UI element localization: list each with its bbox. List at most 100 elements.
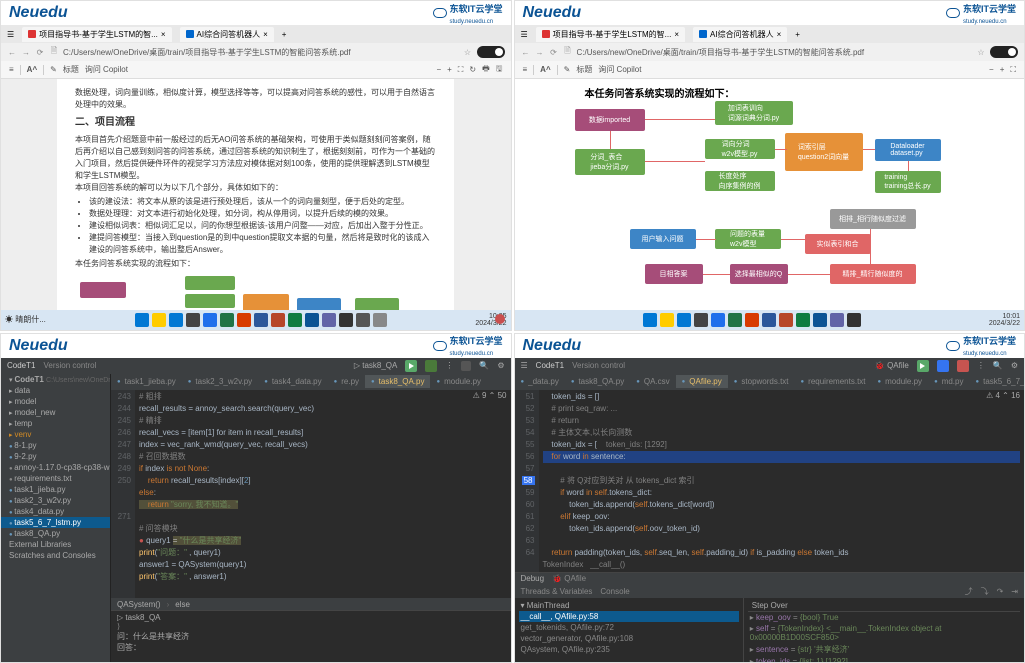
stack-frame[interactable]: __call__, QAfile.py:58 [519, 611, 739, 622]
back-button[interactable]: ← [7, 48, 17, 57]
run-console[interactable]: ▷ task8_QA ⟩ 问：什么是共享经济 回答： [111, 610, 511, 662]
editor-tab[interactable]: task8_QA.py [565, 375, 630, 388]
close-icon[interactable]: × [161, 30, 166, 39]
zoom-label[interactable]: 标题 [63, 64, 79, 75]
tree-file[interactable]: task2_3_w2v.py [1, 495, 110, 506]
weather-widget[interactable]: ☀ 晴朗什... [5, 314, 46, 325]
zoom-label[interactable]: 标题 [576, 64, 592, 75]
breadcrumb[interactable]: QASystem() [117, 600, 161, 609]
run-config[interactable]: 🐞 QAfile [875, 361, 909, 370]
recording-pill[interactable] [990, 46, 1018, 58]
editor-tab[interactable]: requirements.txt [795, 375, 872, 388]
search-icon[interactable]: 🔍 [993, 361, 1003, 370]
back-button[interactable]: ← [521, 48, 531, 57]
stop-button[interactable] [957, 360, 969, 372]
tree-file[interactable]: task4_data.py [1, 506, 110, 517]
new-tab-button[interactable]: + [282, 30, 287, 39]
thread-name[interactable]: ▾ MainThread [519, 600, 739, 611]
step-icon[interactable]: ⇥ [1011, 587, 1018, 596]
taskbar-icon[interactable] [169, 313, 183, 327]
star-icon[interactable]: ☆ [463, 48, 473, 57]
close-icon[interactable]: × [674, 30, 679, 39]
code-editor[interactable]: ⚠ 4 ⌃ 16 5152535455565758596061626364 to… [515, 390, 1025, 572]
refresh-button[interactable]: ⟳ [35, 48, 45, 57]
editor-tab[interactable]: task5_6_7_dat... [969, 375, 1024, 388]
taskbar-icon[interactable] [203, 313, 217, 327]
zoom-out-button[interactable]: − [989, 65, 994, 74]
taskbar-icon[interactable] [220, 313, 234, 327]
read-aloud-button[interactable]: A^ [27, 65, 37, 74]
tab-list-icon[interactable]: ☰ [521, 30, 528, 39]
stop-button[interactable] [461, 361, 471, 371]
tab-list-icon[interactable]: ☰ [7, 30, 14, 39]
star-icon[interactable]: ☆ [976, 48, 986, 57]
copilot-button[interactable]: 询问 Copilot [598, 64, 641, 75]
tree-dir[interactable]: venv [1, 429, 110, 440]
taskbar-icon[interactable] [339, 313, 353, 327]
project-name[interactable]: CodeT1 [7, 361, 35, 370]
forward-button[interactable]: → [21, 48, 31, 57]
warnings-badge[interactable]: ⚠ 4 ⌃ 16 [986, 391, 1020, 400]
draw-button[interactable]: ✎ [50, 65, 57, 74]
search-icon[interactable]: 🔍 [479, 361, 489, 370]
read-aloud-button[interactable]: A^ [540, 65, 550, 74]
browser-tab-1[interactable]: 项目指导书-基于学生LSTM的智...× [536, 27, 685, 42]
tree-dir[interactable]: model_new [1, 407, 110, 418]
step-over-label[interactable]: Step Over [748, 600, 1020, 612]
settings-icon[interactable]: ⚙ [497, 361, 504, 370]
stack-frame[interactable]: get_tokenids, QAfile.py:72 [519, 622, 739, 633]
debug-button[interactable] [425, 360, 437, 372]
taskbar-icon[interactable] [694, 313, 708, 327]
run-tab-button[interactable]: ▷ task8_QA [117, 613, 161, 622]
taskbar-icon[interactable] [254, 313, 268, 327]
copilot-button[interactable]: 询问 Copilot [85, 64, 128, 75]
menu-icon[interactable]: ≡ [523, 65, 528, 74]
step-icon[interactable]: ⤴ [965, 586, 973, 597]
version-control[interactable]: Version control [572, 361, 625, 370]
zoom-in-button[interactable]: + [447, 65, 452, 74]
settings-icon[interactable]: ⚙ [1011, 361, 1018, 370]
tree-file-selected[interactable]: task5_6_7_lstm.py [1, 517, 110, 528]
taskbar-icon[interactable] [796, 313, 810, 327]
taskbar-icon[interactable] [813, 313, 827, 327]
taskbar-icon[interactable] [677, 313, 691, 327]
tree-file[interactable]: Scratches and Consoles [1, 550, 110, 561]
url-field[interactable]: C:/Users/new/OneDrive/桌面/train/项目指导书-基于学… [577, 47, 973, 58]
taskbar-clock[interactable]: 10:012024/3/22 [989, 313, 1020, 327]
taskbar-icon[interactable] [305, 313, 319, 327]
browser-tab-2[interactable]: AI综合问答机器人× [693, 27, 787, 42]
editor-tab[interactable]: module.py [430, 375, 487, 388]
step-icon[interactable]: ↷ [997, 587, 1004, 596]
run-button[interactable] [405, 360, 417, 372]
editor-tab-active[interactable]: task8_QA.py [365, 375, 430, 388]
tree-root[interactable]: CodeT1 C:\Users\new\OneDrive\... [1, 374, 110, 385]
print-button[interactable]: 🖶 [482, 63, 490, 77]
taskbar-icon[interactable] [728, 313, 742, 327]
version-control[interactable]: Version control [43, 361, 96, 370]
tree-file[interactable]: requirements.txt [1, 473, 110, 484]
editor-tab[interactable]: task2_3_w2v.py [182, 375, 258, 388]
run-button[interactable] [917, 360, 929, 372]
browser-tab-2[interactable]: AI综合问答机器人× [180, 27, 274, 42]
console-tab[interactable]: Console [600, 587, 629, 596]
source[interactable]: token_ids = [] # print seq_raw: ... # re… [539, 390, 1025, 572]
close-icon[interactable]: × [777, 30, 782, 39]
taskbar-icon[interactable] [322, 313, 336, 327]
taskbar-icon[interactable] [745, 313, 759, 327]
tree-file[interactable]: task1_jieba.py [1, 484, 110, 495]
editor-tab[interactable]: task4_data.py [258, 375, 327, 388]
more-icon[interactable]: ⋮ [977, 361, 985, 370]
debug-run-config[interactable]: 🐞 QAfile [552, 574, 586, 583]
taskbar-icon[interactable] [152, 313, 166, 327]
zoom-in-button[interactable]: + [1000, 65, 1005, 74]
taskbar-icon[interactable] [711, 313, 725, 327]
run-config[interactable]: ▷ task8_QA [354, 361, 398, 370]
taskbar-icon[interactable] [830, 313, 844, 327]
menu-icon[interactable]: ≡ [9, 65, 14, 74]
taskbar-icon[interactable] [356, 313, 370, 327]
taskbar-icon[interactable] [660, 313, 674, 327]
source[interactable]: # 粗排 recall_results = annoy_search.searc… [135, 390, 511, 599]
editor-tab[interactable]: module.py [872, 375, 929, 388]
zoom-out-button[interactable]: − [436, 65, 441, 74]
tree-file[interactable]: External Libraries [1, 539, 110, 550]
